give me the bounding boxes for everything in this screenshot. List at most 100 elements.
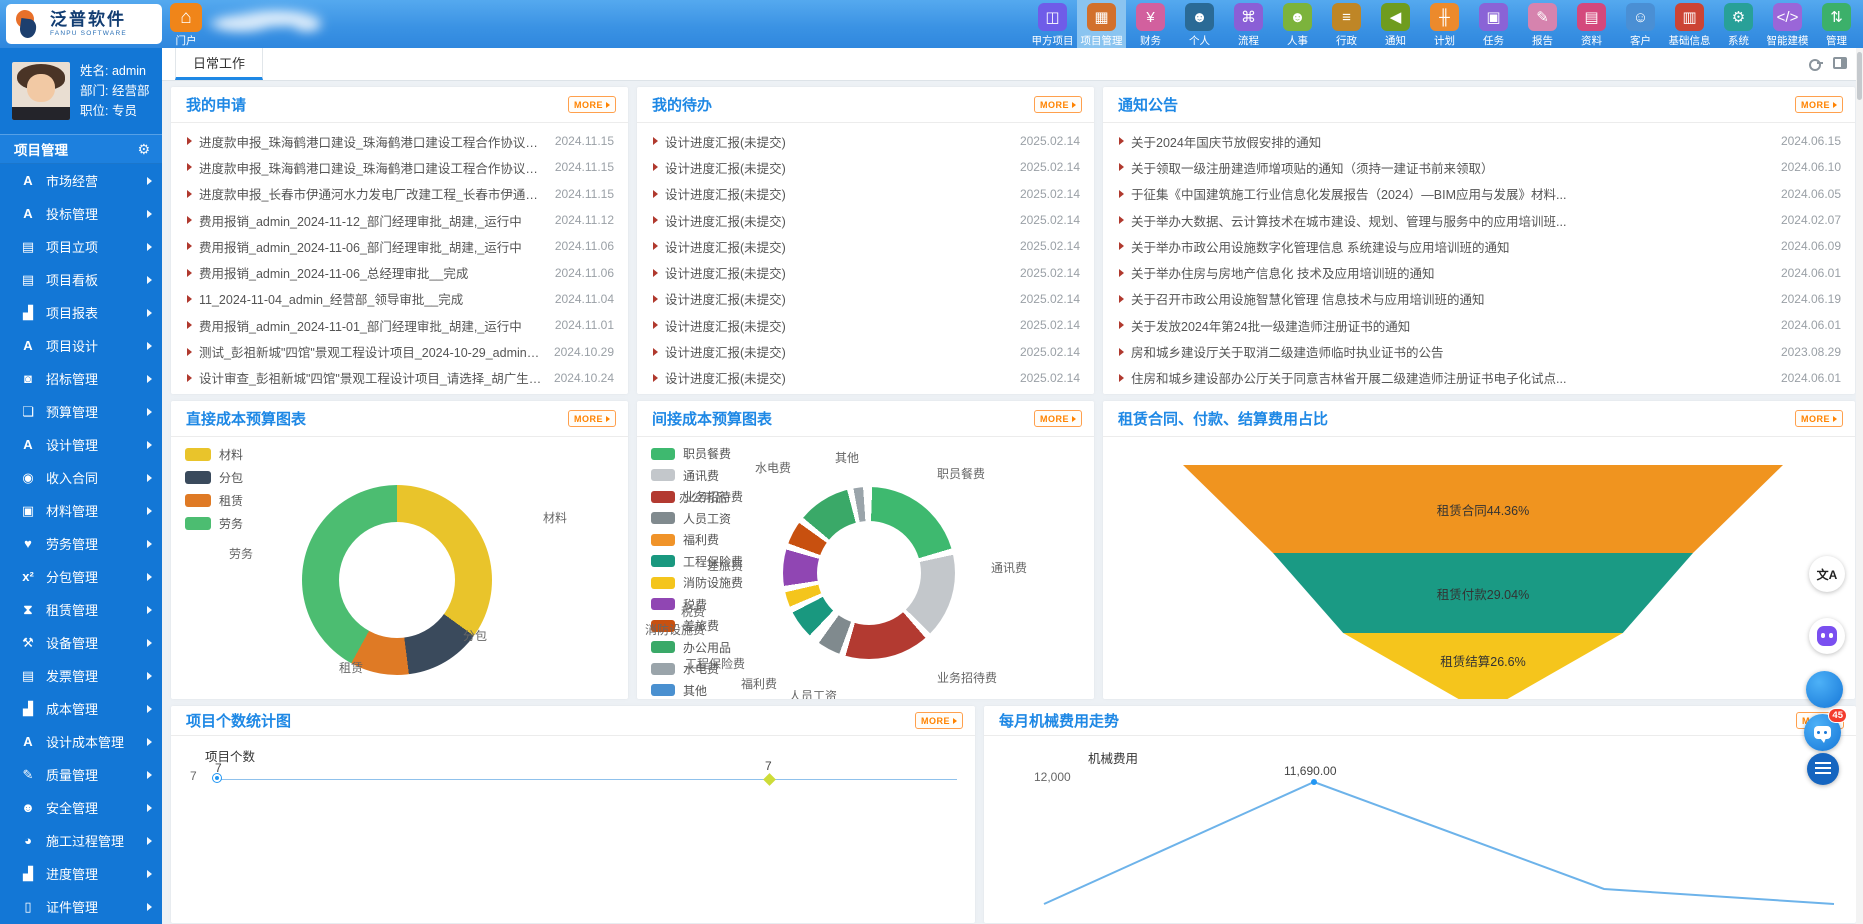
list-item[interactable]: 设计进度汇报(未提交) 2025.02.14 [637, 259, 1094, 285]
assistant-button[interactable] [1809, 618, 1845, 654]
sidebar-menu-item[interactable]: ▟ 进度管理 [0, 857, 162, 890]
more-button[interactable]: MORE [915, 712, 963, 729]
sidebar-menu-item[interactable]: ▣ 材料管理 [0, 494, 162, 527]
tab-daily-work[interactable]: 日常工作 [175, 46, 263, 80]
topnav-item[interactable]: ☻ 人事 [1273, 0, 1322, 48]
sidebar-menu-item[interactable]: A 项目设计 [0, 329, 162, 362]
topnav-item[interactable]: ◀ 通知 [1371, 0, 1420, 48]
funnel-segment-contract[interactable]: 租赁合同44.36% [1183, 465, 1783, 553]
topnav-item[interactable]: </> 智能建模 [1763, 0, 1812, 48]
sidebar-menu-item[interactable]: ▟ 项目报表 [0, 296, 162, 329]
funnel-segment-settlement[interactable]: 租赁结算26.6% [1183, 633, 1783, 699]
list-item[interactable]: 费用报销_admin_2024-11-12_部门经理审批_胡建,_运行中 202… [171, 207, 628, 233]
list-item[interactable]: 费用报销_admin_2024-11-06_部门经理审批_胡建,_运行中 202… [171, 233, 628, 259]
legend-item[interactable]: 职员餐费 [651, 443, 743, 465]
panel-title[interactable]: 直接成本预算图表 [186, 408, 306, 429]
topnav-item[interactable]: ▦ 项目管理 [1077, 0, 1126, 48]
legend-item[interactable]: 其他 [651, 680, 743, 700]
panel-title[interactable]: 间接成本预算图表 [652, 408, 772, 429]
data-point-marker[interactable] [213, 774, 221, 782]
more-button[interactable]: MORE [1795, 410, 1843, 427]
topnav-item[interactable]: ▤ 资料 [1567, 0, 1616, 48]
list-item[interactable]: 于征集《中国建筑施工行业信息化发展报告（2024）—BIM应用与发展》材料...… [1103, 181, 1855, 207]
list-item[interactable]: 设计进度汇报(未提交) 2025.02.14 [637, 312, 1094, 338]
sidebar-menu-item[interactable]: ✎ 质量管理 [0, 758, 162, 791]
list-item[interactable]: 设计进度汇报(未提交) 2025.02.14 [637, 365, 1094, 391]
sidebar-menu-item[interactable]: A 投标管理 [0, 197, 162, 230]
sidebar-menu-item[interactable]: ▤ 发票管理 [0, 659, 162, 692]
panel-title[interactable]: 我的申请 [186, 94, 246, 115]
portal-nav-item[interactable]: ⌂ 门户 [166, 3, 206, 48]
sidebar-menu-item[interactable]: ▤ 项目立项 [0, 230, 162, 263]
list-item[interactable]: 进度款申报_珠海鹤港口建设_珠海鹤港口建设工程合作协议书_admin_... 2… [171, 154, 628, 180]
topnav-item[interactable]: ≡ 行政 [1322, 0, 1371, 48]
list-item[interactable]: 设计审查_彭祖新城"四馆"景观工程设计项目_请选择_胡广生_2024-10-2.… [171, 365, 628, 391]
list-item[interactable]: 关于举办市政公用设施数字化管理信息 系统建设与应用培训班的通知 2024.06.… [1103, 233, 1855, 259]
panel-title[interactable]: 每月机械费用走势 [999, 710, 1119, 731]
legend-item[interactable]: 人员工资 [651, 508, 743, 530]
topnav-item[interactable]: ☻ 个人 [1175, 0, 1224, 48]
legend-item[interactable]: 劳务 [185, 512, 243, 535]
sidebar-menu-item[interactable]: ☻ 安全管理 [0, 791, 162, 824]
funnel-segment-payment[interactable]: 租赁付款29.04% [1183, 553, 1783, 633]
sidebar-menu-item[interactable]: A 设计成本管理 [0, 725, 162, 758]
panel-title[interactable]: 项目个数统计图 [186, 710, 291, 731]
topnav-item[interactable]: ⌘ 流程 [1224, 0, 1273, 48]
sidebar-menu-item[interactable]: ▯ 证件管理 [0, 890, 162, 923]
vertical-scrollbar[interactable] [1856, 48, 1863, 924]
more-button[interactable]: MORE [568, 410, 616, 427]
sidebar-menu-item[interactable]: ⚒ 设备管理 [0, 626, 162, 659]
avatar[interactable] [12, 62, 70, 120]
topnav-item[interactable]: ◫ 甲方项目 [1028, 0, 1077, 48]
topnav-item[interactable]: ✎ 报告 [1518, 0, 1567, 48]
sidebar-menu-item[interactable]: ❏ 预算管理 [0, 395, 162, 428]
key-icon[interactable] [1809, 56, 1823, 70]
donut-chart[interactable] [302, 485, 492, 675]
topnav-item[interactable]: ¥ 财务 [1126, 0, 1175, 48]
list-item[interactable]: 房和城乡建设厅关于取消二级建造师临时执业证书的公告 2023.08.29 [1103, 338, 1855, 364]
data-point-marker[interactable] [763, 773, 776, 786]
app-logo[interactable]: 泛普软件 FANPU SOFTWARE [6, 4, 162, 44]
topnav-item[interactable]: ╫ 计划 [1420, 0, 1469, 48]
list-item[interactable]: 进度款申报_珠海鹤港口建设_珠海鹤港口建设工程合作协议书_admin_... 2… [171, 128, 628, 154]
list-item[interactable]: 关于发放2024年第24批一级建造师注册证书的通知 2024.06.01 [1103, 312, 1855, 338]
panel-title[interactable]: 通知公告 [1118, 94, 1178, 115]
sidebar-menu-item[interactable]: A 设计管理 [0, 428, 162, 461]
sidebar-menu-item[interactable]: x² 分包管理 [0, 560, 162, 593]
translate-button[interactable]: 文A [1809, 556, 1845, 592]
list-item[interactable]: 设计进度汇报(未提交) 2025.02.14 [637, 338, 1094, 364]
scrollbar-thumb[interactable] [1857, 52, 1862, 100]
list-item[interactable]: 设计进度汇报(未提交) 2025.02.14 [637, 207, 1094, 233]
more-button[interactable]: MORE [1795, 96, 1843, 113]
sidebar-menu-item[interactable]: ⧗ 租赁管理 [0, 593, 162, 626]
list-item[interactable]: 进度款申报_长春市伊通河水力发电厂改建工程_长春市伊通河水力发电... 2024… [171, 181, 628, 207]
sidebar-menu-item[interactable]: ♥ 劳务管理 [0, 527, 162, 560]
sidebar-section-header[interactable]: 项目管理 ⚙ [0, 134, 162, 164]
list-item[interactable]: 费用报销_admin_2024-11-01_部门经理审批_胡建,_运行中 202… [171, 312, 628, 338]
more-button[interactable]: MORE [1034, 410, 1082, 427]
funnel[interactable]: 租赁合同44.36% 租赁付款29.04% 租赁结算26.6% [1183, 465, 1783, 699]
sidebar-menu-item[interactable]: A 市场经营 [0, 164, 162, 197]
list-item[interactable]: 费用报销_admin_2024-11-06_总经理审批__完成 2024.11.… [171, 259, 628, 285]
more-button[interactable]: MORE [568, 96, 616, 113]
list-item[interactable]: 关于召开市政公用设施智慧化管理 信息技术与应用培训班的通知 2024.06.19 [1103, 286, 1855, 312]
topnav-item[interactable]: ☺ 客户 [1616, 0, 1665, 48]
legend-item[interactable]: 租赁 [185, 489, 243, 512]
topnav-item[interactable]: ▣ 任务 [1469, 0, 1518, 48]
legend-item[interactable]: 消防设施费 [651, 572, 743, 594]
list-item[interactable]: 关于领取一级注册建造师增项贴的通知（须持一建证书前来领取） 2024.06.10 [1103, 154, 1855, 180]
list-item[interactable]: 关于2024年国庆节放假安排的通知 2024.06.15 [1103, 128, 1855, 154]
list-item[interactable]: 设计进度汇报(未提交) 2025.02.14 [637, 286, 1094, 312]
form-list-button[interactable] [1807, 753, 1839, 785]
list-item[interactable]: 设计进度汇报(未提交) 2025.02.14 [637, 181, 1094, 207]
legend-item[interactable]: 福利费 [651, 529, 743, 551]
panel-title[interactable]: 我的待办 [652, 94, 712, 115]
donut-chart[interactable] [783, 487, 955, 659]
more-button[interactable]: MORE [1034, 96, 1082, 113]
settings-gear-icon[interactable]: ⚙ [137, 141, 150, 158]
list-item[interactable]: 测试_彭祖新城"四馆"景观工程设计项目_2024-10-29_admin_结束_… [171, 338, 628, 364]
sidebar-menu-item[interactable]: ◉ 收入合同 [0, 461, 162, 494]
list-item[interactable]: 住房和城乡建设部办公厅关于同意吉林省开展二级建造师注册证书电子化试点... 20… [1103, 365, 1855, 391]
list-item[interactable]: 设计进度汇报(未提交) 2025.02.14 [637, 128, 1094, 154]
list-item[interactable]: 设计进度汇报(未提交) 2025.02.14 [637, 233, 1094, 259]
